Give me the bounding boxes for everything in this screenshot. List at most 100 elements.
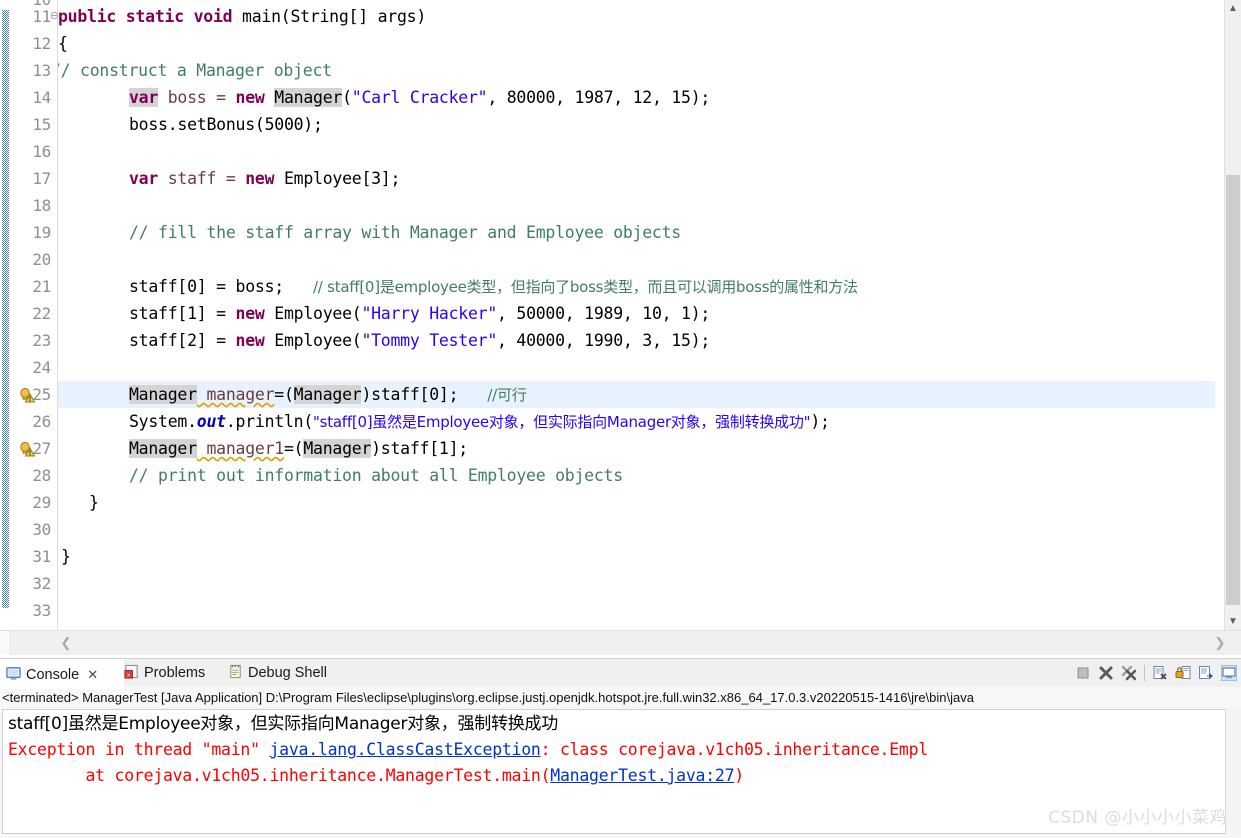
line-number: 30 <box>32 520 51 539</box>
ctor-employee: Employee( <box>274 304 362 323</box>
string-harry-hacker: "Harry Hacker" <box>361 304 498 323</box>
stacktrace-suffix: ) <box>734 766 744 785</box>
warning-marker-icon[interactable] <box>19 441 36 457</box>
clear-console-icon[interactable] <box>1152 665 1168 681</box>
line-number: 20 <box>32 250 51 269</box>
comment-print-info: // print out information about all Emplo… <box>129 466 623 485</box>
vertical-scroll-thumb[interactable] <box>1226 175 1240 605</box>
stdout-text: staff[0]虽然是Employee对象，但实际指向Manager对象，强制转… <box>8 714 558 734</box>
code-line-19[interactable]: // fill the staff array with Manager and… <box>129 219 681 246</box>
code-line-15[interactable]: boss.setBonus(5000); <box>129 111 323 138</box>
code-text-area[interactable]: public static void main(String[] args) {… <box>58 0 1215 630</box>
line-number: 24 <box>32 358 51 377</box>
console-toolbar[interactable] <box>1075 662 1238 684</box>
code-line-28[interactable]: // print out information about all Emplo… <box>129 462 623 489</box>
editor-body[interactable]: 10 11 ⊖ 12 13 14 15 16 17 18 19 20 21 22… <box>0 0 1241 630</box>
line-number: 18 <box>32 196 51 215</box>
code-line-23[interactable]: staff[2] = new Employee("Tommy Tester", … <box>129 327 710 354</box>
code-line-13[interactable]: // construct a Manager object <box>58 57 332 84</box>
type-manager-cast: Manager <box>303 439 372 458</box>
code-line-29[interactable]: } <box>89 489 99 516</box>
code-line-17[interactable]: var staff = new Employee[3]; <box>129 165 400 192</box>
line-number: 19 <box>32 223 51 242</box>
scroll-lock-icon[interactable] <box>1175 665 1191 681</box>
scroll-right-arrow-icon[interactable]: ❯ <box>1211 631 1229 655</box>
line-number-gutter[interactable]: 10 11 ⊖ 12 13 14 15 16 17 18 19 20 21 22… <box>9 0 59 630</box>
display-console-icon[interactable] <box>1220 664 1238 682</box>
variable-manager: manager <box>196 385 275 404</box>
toolbar-divider <box>1144 665 1145 681</box>
remove-all-terminated-icon[interactable] <box>1121 665 1137 681</box>
exception-class-link[interactable]: java.lang.ClassCastException <box>269 740 540 759</box>
scroll-down-arrow-icon[interactable]: ▼ <box>1225 613 1241 630</box>
editor-horizontal-scrollbar[interactable]: ❮ ❯ <box>9 630 1241 655</box>
keyword-new: new <box>245 169 275 188</box>
field-out: out <box>196 412 226 431</box>
assign-staff2: staff[2] = <box>129 331 236 350</box>
console-vertical-scrollbar[interactable] <box>1225 709 1241 834</box>
warning-marker-icon[interactable] <box>19 387 36 403</box>
java-editor[interactable]: 10 11 ⊖ 12 13 14 15 16 17 18 19 20 21 22… <box>0 0 1241 655</box>
variable-manager1: manager1 <box>196 439 284 458</box>
line-number: 29 <box>32 493 51 512</box>
brace: } <box>89 493 99 512</box>
line-number: 17 <box>32 169 51 188</box>
problems-icon: x <box>124 664 139 683</box>
stacktrace-prefix: at corejava.v1ch05.inheritance.ManagerTe… <box>8 766 551 785</box>
keyword-new: new <box>235 88 265 107</box>
type-manager-cast: Manager <box>293 385 362 404</box>
code-line-31[interactable]: } <box>61 543 71 570</box>
code-line-22[interactable]: staff[1] = new Employee("Harry Hacker", … <box>129 300 710 327</box>
pin-console-icon[interactable] <box>1198 665 1214 681</box>
tab-debug-shell[interactable]: Debug Shell <box>222 659 366 687</box>
constructor-args-carl: ("Carl Cracker", 80000, 1987, 12, 15); <box>342 88 711 107</box>
type-manager: Manager <box>274 88 343 107</box>
close-icon[interactable]: ✕ <box>87 667 98 683</box>
console-icon <box>6 666 21 685</box>
line-number: 33 <box>32 601 51 620</box>
keyword-void: void <box>193 7 233 26</box>
line-number: 16 <box>32 142 51 161</box>
ctor-args-harry: , 50000, 1989, 10, 1); <box>497 304 711 323</box>
console-tabbar[interactable]: Console ✕ x Problems Debug Shell <box>0 658 1241 689</box>
stacktrace-source-link[interactable]: ManagerTest.java:27 <box>550 766 734 785</box>
type-manager: Manager <box>129 385 197 404</box>
keyword-var: var <box>129 169 159 188</box>
code-line-21[interactable]: staff[0] = boss; // staff[0]是employee类型，… <box>129 273 858 300</box>
brace: } <box>61 547 71 566</box>
console-view[interactable]: Console ✕ x Problems Debug Shell <termin… <box>0 658 1241 838</box>
code-line-27[interactable]: Manager manager1=(Manager)staff[1]; <box>129 435 468 462</box>
string-tommy-tester: "Tommy Tester" <box>361 331 498 350</box>
type-employee-array: Employee[3]; <box>283 169 401 188</box>
cast-open: =( <box>283 439 304 458</box>
tab-label: Console <box>26 667 80 683</box>
code-line-26[interactable]: System.out.println("staff[0]虽然是Employee对… <box>129 408 830 435</box>
type-manager: Manager <box>129 439 197 458</box>
code-line-14[interactable]: var boss = new Manager("Carl Cracker", 8… <box>129 84 710 111</box>
scroll-left-arrow-icon[interactable]: ❮ <box>57 631 75 655</box>
keyword-static: static <box>125 7 184 26</box>
tab-problems[interactable]: x Problems <box>118 659 234 687</box>
code-line-12[interactable]: { <box>58 30 68 57</box>
line-number: 27 <box>32 439 51 458</box>
tab-console[interactable]: Console ✕ <box>0 659 124 689</box>
system-prefix: System. <box>129 412 197 431</box>
tab-label: Debug Shell <box>248 665 327 681</box>
cast-close-staff0: )staff[0]; <box>361 385 488 404</box>
string-carl-cracker: "Carl Cracker" <box>351 88 488 107</box>
variable-boss: boss = <box>158 88 236 107</box>
scroll-up-arrow-icon[interactable]: ▲ <box>1225 0 1241 17</box>
code-line-11[interactable]: public static void main(String[] args) <box>58 3 426 30</box>
ctor-args-tommy: , 40000, 1990, 3, 15); <box>497 331 711 350</box>
debug-shell-icon <box>228 664 243 683</box>
line-number: 12 <box>32 34 51 53</box>
remove-launch-icon[interactable] <box>1098 665 1114 681</box>
eclipse-ide-window: 10 11 ⊖ 12 13 14 15 16 17 18 19 20 21 22… <box>0 0 1241 838</box>
code-line-25[interactable]: Manager manager=(Manager)staff[0]; //可行 <box>129 381 527 408</box>
terminate-icon[interactable] <box>1075 665 1091 681</box>
line-number: 26 <box>32 412 51 431</box>
editor-vertical-scrollbar[interactable]: ▲ ▼ <box>1224 0 1241 630</box>
line-number: 25 <box>32 385 51 404</box>
line-number: 28 <box>32 466 51 485</box>
change-bar <box>2 10 9 608</box>
